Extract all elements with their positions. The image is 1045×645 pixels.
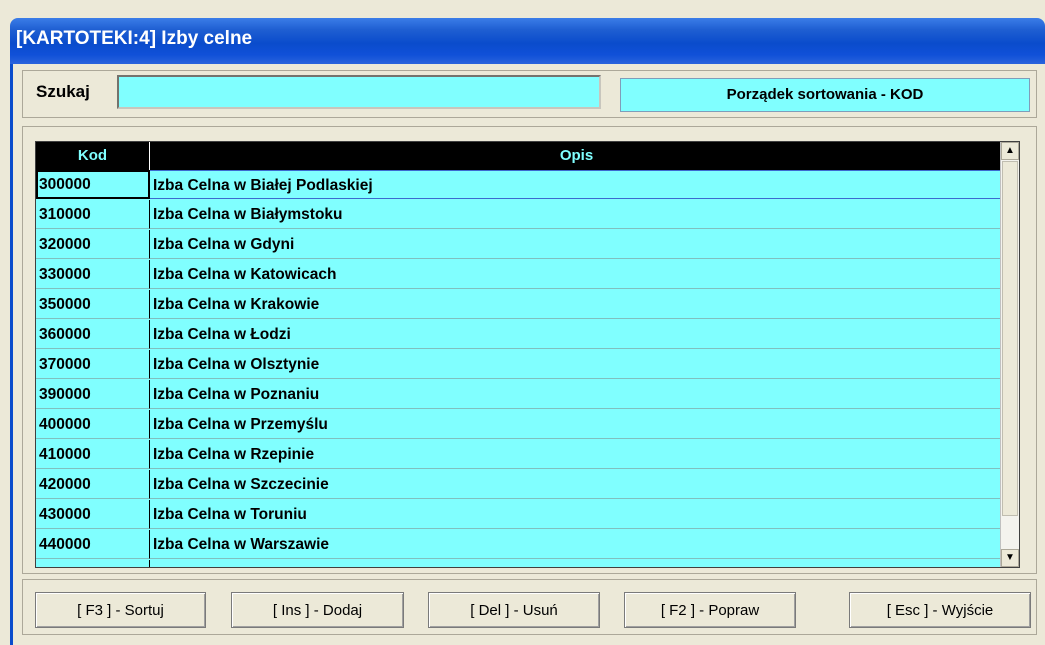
scroll-down-button[interactable]: ▼: [1001, 549, 1019, 567]
table-row[interactable]: 310000 Izba Celna w Białymstoku: [36, 200, 1003, 230]
cell-opis[interactable]: Izba Celna we Wrocławiu: [150, 560, 1003, 567]
cell-kod[interactable]: 410000: [36, 440, 150, 469]
arrow-down-icon: ▼: [1005, 552, 1015, 563]
data-grid[interactable]: Kod Opis 300000 Izba Celna w Białej Podla…: [35, 141, 1020, 568]
cell-kod[interactable]: 440000: [36, 530, 150, 559]
window-title: [KARTOTEKI:4] Izby celne: [16, 28, 253, 49]
edit-button[interactable]: [ F2 ] - Popraw: [624, 592, 796, 628]
scroll-up-button[interactable]: ▲: [1001, 142, 1019, 160]
table-row[interactable]: 330000 Izba Celna w Katowicach: [36, 260, 1003, 290]
table-row[interactable]: 410000 Izba Celna w Rzepinie: [36, 440, 1003, 470]
title-bar[interactable]: [KARTOTEKI:4] Izby celne: [10, 18, 1045, 64]
add-button[interactable]: [ Ins ] - Dodaj: [231, 592, 404, 628]
search-input[interactable]: [117, 75, 601, 109]
table-row[interactable]: 420000 Izba Celna w Szczecinie: [36, 470, 1003, 500]
sort-button[interactable]: [ F3 ] - Sortuj: [35, 592, 206, 628]
cell-opis[interactable]: Izba Celna w Krakowie: [150, 290, 1003, 319]
cell-kod[interactable]: 400000: [36, 410, 150, 439]
cell-kod[interactable]: 300000: [36, 170, 150, 199]
cell-opis[interactable]: Izba Celna w Toruniu: [150, 500, 1003, 529]
cell-kod[interactable]: 330000: [36, 260, 150, 289]
table-row[interactable]: 400000 Izba Celna w Przemyślu: [36, 410, 1003, 440]
cell-opis[interactable]: Izba Celna w Białej Podlaskiej: [150, 170, 1003, 199]
cell-opis[interactable]: Izba Celna w Przemyślu: [150, 410, 1003, 439]
cell-kod[interactable]: 430000: [36, 500, 150, 529]
column-header-kod[interactable]: Kod: [36, 142, 150, 170]
cell-kod[interactable]: 370000: [36, 350, 150, 379]
cell-opis[interactable]: Izba Celna w Warszawie: [150, 530, 1003, 559]
cell-opis[interactable]: Izba Celna w Olsztynie: [150, 350, 1003, 379]
table-row[interactable]: 460000Izba Celna we Wrocławiu: [36, 560, 1003, 567]
cell-kod[interactable]: 310000: [36, 200, 150, 229]
table-row[interactable]: 370000 Izba Celna w Olsztynie: [36, 350, 1003, 380]
column-header-opis[interactable]: Opis: [150, 142, 1003, 170]
cell-opis[interactable]: Izba Celna w Gdyni: [150, 230, 1003, 259]
sort-order-label: Porządek sortowania - KOD: [620, 78, 1030, 112]
search-label: Szukaj: [36, 82, 90, 101]
scroll-thumb[interactable]: [1002, 161, 1018, 516]
table-row[interactable]: 300000 Izba Celna w Białej Podlaskiej: [36, 170, 1003, 200]
table-row[interactable]: 390000 Izba Celna w Poznaniu: [36, 380, 1003, 410]
cell-opis[interactable]: Izba Celna w Rzepinie: [150, 440, 1003, 469]
cell-kod[interactable]: 350000: [36, 290, 150, 319]
cell-kod[interactable]: 320000: [36, 230, 150, 259]
cell-opis[interactable]: Izba Celna w Szczecinie: [150, 470, 1003, 499]
delete-button[interactable]: [ Del ] - Usuń: [428, 592, 600, 628]
table-row[interactable]: 360000 Izba Celna w Łodzi: [36, 320, 1003, 350]
grid-rows: 300000 Izba Celna w Białej Podlaskiej 3100…: [36, 170, 1003, 567]
exit-button[interactable]: [ Esc ] - Wyjście: [849, 592, 1031, 628]
table-row[interactable]: 440000 Izba Celna w Warszawie: [36, 530, 1003, 560]
cell-kod[interactable]: 420000: [36, 470, 150, 499]
table-row[interactable]: 350000 Izba Celna w Krakowie: [36, 290, 1003, 320]
cell-opis[interactable]: Izba Celna w Poznaniu: [150, 380, 1003, 409]
cell-kod[interactable]: 460000: [36, 560, 150, 567]
cell-opis[interactable]: Izba Celna w Katowicach: [150, 260, 1003, 289]
cell-kod[interactable]: 360000: [36, 320, 150, 349]
grid-header: Kod Opis: [36, 142, 1003, 170]
table-row[interactable]: 430000 Izba Celna w Toruniu: [36, 500, 1003, 530]
cell-opis[interactable]: Izba Celna w Białymstoku: [150, 200, 1003, 229]
cell-kod[interactable]: 390000: [36, 380, 150, 409]
vertical-scrollbar[interactable]: ▲ ▼: [1000, 142, 1019, 567]
arrow-up-icon: ▲: [1005, 145, 1015, 156]
table-row[interactable]: 320000 Izba Celna w Gdyni: [36, 230, 1003, 260]
cell-opis[interactable]: Izba Celna w Łodzi: [150, 320, 1003, 349]
